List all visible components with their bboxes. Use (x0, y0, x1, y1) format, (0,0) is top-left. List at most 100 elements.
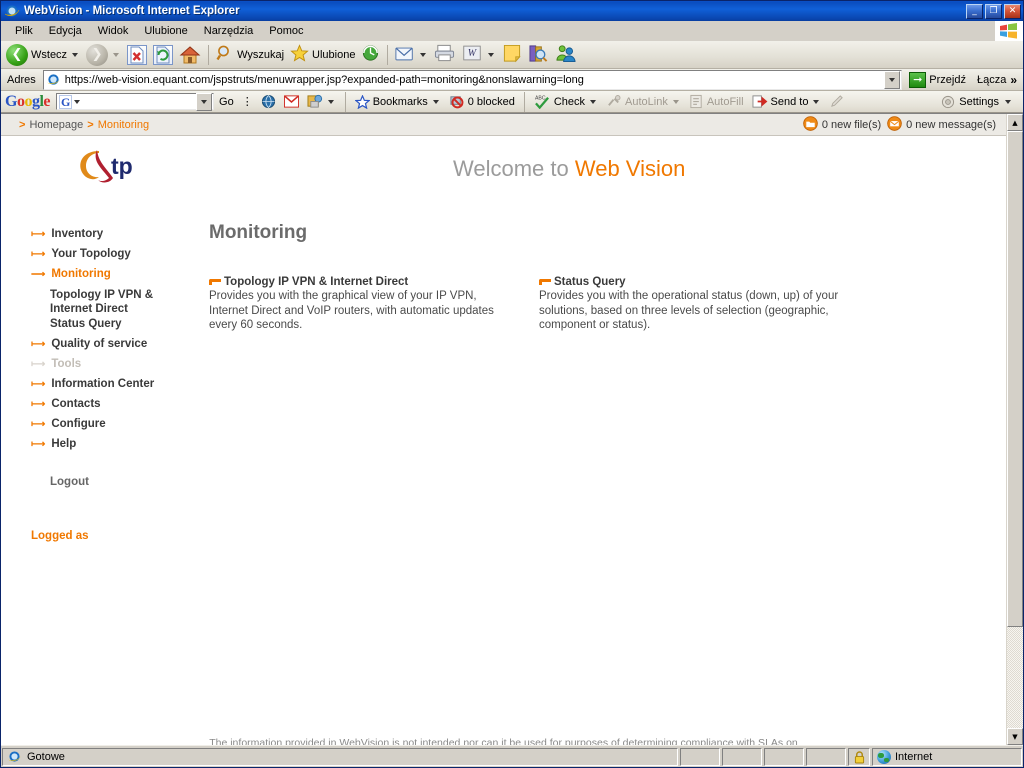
sidebar-item-inventory[interactable]: ⟼ Inventory (31, 228, 201, 241)
gt-popup-blocker[interactable]: 0 blocked (446, 93, 518, 111)
scrollbar-thumb[interactable] (1007, 131, 1023, 627)
google-go-button[interactable]: Go (216, 93, 237, 111)
gt-highlight[interactable] (826, 93, 848, 111)
internet-zone-icon (877, 749, 891, 764)
vertical-scrollbar[interactable]: ▲ ▼ (1006, 114, 1023, 745)
stop-button[interactable] (124, 43, 150, 67)
mail-chevron-down-icon[interactable] (420, 52, 427, 57)
scroll-down-button[interactable]: ▼ (1007, 728, 1023, 745)
zone-panel[interactable]: Internet (872, 747, 1022, 766)
address-input[interactable]: https://web-vision.equant.com/jspstruts/… (42, 69, 903, 90)
forward-history-chevron-down-icon[interactable] (113, 52, 120, 57)
security-panel[interactable] (848, 747, 870, 766)
search-button[interactable]: Wyszukaj (213, 43, 287, 67)
mail-button[interactable] (392, 43, 431, 67)
favorites-button[interactable]: Ulubione (287, 43, 358, 67)
logout-link[interactable]: Logout (50, 476, 201, 488)
card-topology-ip-vpn-internet-direct[interactable]: Topology IP VPN & Internet Direct Provid… (209, 276, 509, 333)
scrollbar-track[interactable] (1007, 131, 1023, 728)
new-messages-indicator[interactable]: 0 new message(s) (887, 115, 996, 134)
bullet-arrow-icon: ⟼ (31, 379, 46, 390)
restore-button[interactable]: ❐ (985, 3, 1002, 19)
google-options-button[interactable] (304, 93, 339, 111)
google-search-dropdown[interactable] (196, 92, 213, 111)
gt-bookmarks[interactable]: Bookmarks (352, 93, 444, 111)
refresh-button[interactable] (150, 43, 176, 67)
sidebar-item-information-center[interactable]: ⟼ Information Center (31, 378, 201, 391)
sidebar-item-label: Quality of service (51, 338, 148, 350)
scroll-up-button[interactable]: ▲ (1007, 114, 1023, 131)
chevron-down-icon (889, 77, 896, 82)
edit-chevron-down-icon[interactable] (488, 52, 495, 57)
page-viewport: > Homepage > Monitoring 0 new file(s) 0 … (1, 113, 1023, 745)
sidebar-item-quality-of-service[interactable]: ⟼ Quality of service (31, 338, 201, 351)
ie-small-icon (7, 749, 23, 765)
settings-chevron-down-icon[interactable] (1005, 99, 1011, 104)
card-status-query[interactable]: Status Query Provides you with the opera… (539, 276, 839, 333)
sidebar-item-your-topology[interactable]: ⟼ Your Topology (31, 248, 201, 261)
page-header: tp Welcome to Web Vision (1, 136, 1006, 208)
gt-spellcheck[interactable]: ABC Check (531, 93, 601, 111)
messenger-button[interactable] (552, 43, 580, 67)
sendto-icon (752, 95, 767, 108)
title-bar: WebVision - Microsoft Internet Explorer … (1, 1, 1023, 21)
back-button[interactable]: ❮ Wstecz (3, 43, 83, 67)
breadcrumb-homepage-link[interactable]: Homepage (29, 119, 83, 131)
links-overflow-icon[interactable]: » (1010, 73, 1017, 87)
menu-ulubione[interactable]: Ulubione (136, 23, 195, 39)
go-button[interactable]: ➞ Przejdź (905, 71, 970, 88)
bullet-arrow-icon: ⟼ (31, 399, 46, 410)
options-icon (307, 94, 322, 108)
edit-button[interactable]: W (458, 43, 499, 67)
menu-widok[interactable]: Widok (90, 23, 137, 39)
gmail-button[interactable] (281, 93, 302, 111)
home-button[interactable] (176, 43, 204, 67)
print-button[interactable] (431, 43, 458, 67)
sidebar-item-label: Configure (51, 418, 106, 430)
sendto-chevron-down-icon[interactable] (813, 99, 820, 104)
address-history-dropdown[interactable] (884, 70, 901, 89)
zone-label: Internet (895, 750, 933, 763)
back-history-chevron-down-icon[interactable] (72, 52, 79, 57)
google-scope-chevron-down-icon[interactable] (74, 99, 81, 104)
notes-button[interactable] (499, 43, 525, 67)
gt-sendto[interactable]: Send to (749, 93, 825, 111)
sidebar-item-label: Your Topology (51, 248, 131, 260)
spellcheck-chevron-down-icon[interactable] (590, 99, 597, 104)
menu-pomoc[interactable]: Pomoc (261, 23, 311, 39)
sidebar-item-help[interactable]: ⟼ Help (31, 438, 201, 451)
sidebar-item-configure[interactable]: ⟼ Configure (31, 418, 201, 431)
autolink-chevron-down-icon[interactable] (672, 99, 679, 104)
google-logo-o2: o (24, 92, 32, 110)
back-label: Wstecz (31, 48, 68, 61)
note-icon (502, 44, 522, 66)
options-chevron-down-icon[interactable] (327, 99, 334, 104)
sidebar-nav: ⟼ Inventory ⟼ Your Topology ⟶ Monitoring… (1, 212, 201, 542)
links-button[interactable]: Łącza » (973, 73, 1021, 87)
history-button[interactable] (358, 43, 383, 67)
menu-plik[interactable]: Plik (7, 23, 41, 39)
sidebar-item-label: Contacts (51, 398, 101, 410)
sidebar-subitem-status-query[interactable]: Status Query (50, 317, 201, 331)
sidebar-subitem-topology[interactable]: Topology IP VPN & Internet Direct (50, 288, 201, 316)
new-files-indicator[interactable]: 0 new file(s) (803, 115, 881, 134)
gt-autofill[interactable]: AutoFill (686, 93, 747, 111)
gt-settings[interactable]: Settings (941, 95, 1019, 109)
forward-button[interactable]: ❯ (83, 43, 124, 67)
menu-edycja[interactable]: Edycja (41, 23, 90, 39)
status-bar: Gotowe Internet (1, 745, 1023, 767)
google-drag-handle[interactable]: ⋮ (239, 93, 256, 111)
encarta-button[interactable] (525, 43, 552, 67)
gt-autolink[interactable]: AutoLink (603, 93, 684, 111)
sidebar-item-contacts[interactable]: ⟼ Contacts (31, 398, 201, 411)
sidebar-item-monitoring[interactable]: ⟶ Monitoring (31, 268, 201, 281)
browser-window: WebVision - Microsoft Internet Explorer … (0, 0, 1024, 768)
google-web-button[interactable] (258, 93, 279, 111)
minimize-button[interactable]: _ (966, 3, 983, 19)
status-panel-1 (680, 747, 720, 766)
close-button[interactable]: ✕ (1004, 3, 1021, 19)
bookmarks-chevron-down-icon[interactable] (432, 99, 439, 104)
google-search-input[interactable]: G (56, 92, 215, 111)
menu-narzedzia[interactable]: Narzędzia (196, 23, 262, 39)
google-logo: Google (5, 93, 54, 111)
